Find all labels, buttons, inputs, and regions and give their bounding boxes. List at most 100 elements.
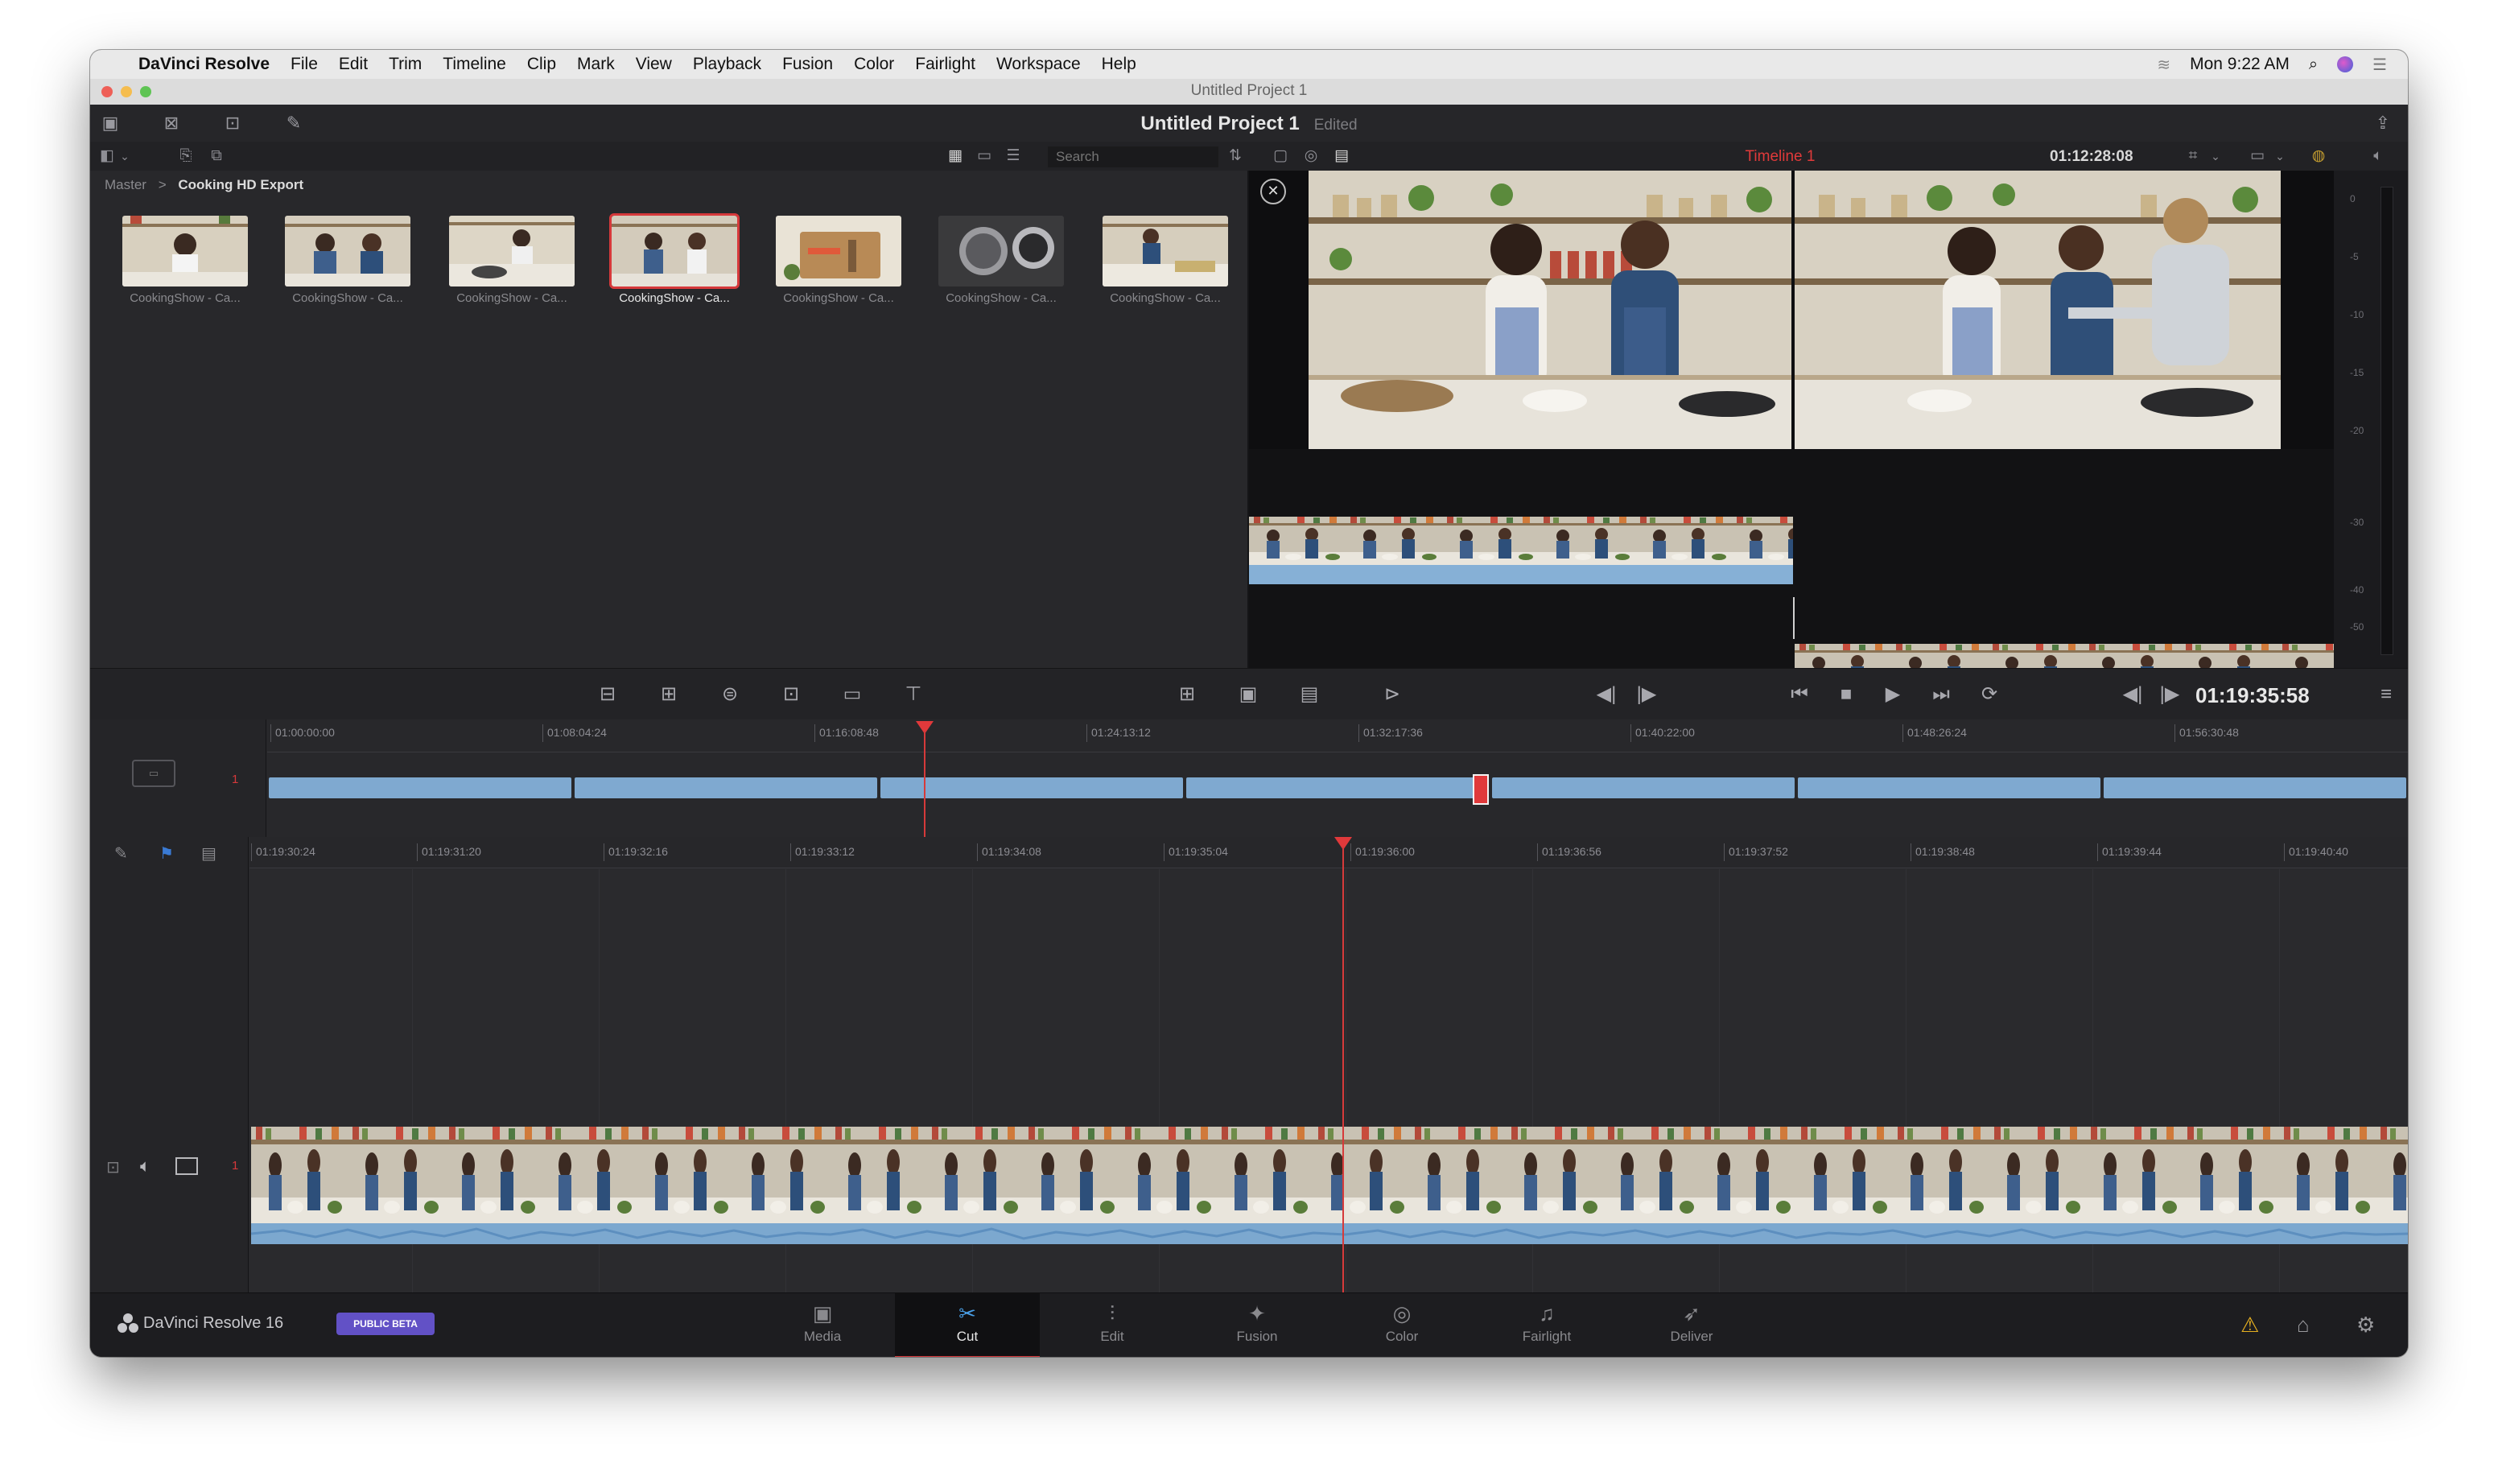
video-track-icon[interactable]: ▭ (132, 760, 175, 787)
razor-icon[interactable]: ✎ (114, 843, 128, 864)
home-icon[interactable]: ⌂ (2297, 1313, 2310, 1338)
menu-timeline[interactable]: Timeline (443, 55, 506, 74)
lower-playhead[interactable] (1342, 847, 1344, 1292)
breadcrumb-current[interactable]: Cooking HD Export (178, 177, 303, 192)
ripple-overwrite-icon[interactable]: ⊜ (718, 683, 742, 706)
jog-forward-icon[interactable]: |▶ (2155, 683, 2184, 706)
chevron-down-icon[interactable]: ⌄ (2269, 148, 2290, 164)
chevron-down-icon[interactable]: ⌄ (114, 148, 135, 164)
menu-clip[interactable]: Clip (527, 55, 556, 74)
timeline-clip[interactable] (880, 777, 1183, 798)
clip-thumbnail[interactable]: CookingShow - Ca... (776, 216, 901, 305)
source-tape-mode-icon[interactable]: ⊳ (1378, 683, 1407, 706)
viewer-frame-right[interactable] (1795, 171, 2281, 449)
timeline-timecode[interactable]: 01:12:28:08 (2050, 148, 2133, 166)
timeline-view-icon[interactable]: ▤ (1331, 148, 1352, 164)
source-clip-icon[interactable]: ▢ (1270, 148, 1291, 164)
search-input[interactable] (1048, 146, 1218, 167)
thumbnail-view-icon[interactable]: ▦ (945, 148, 966, 164)
upper-playhead[interactable] (924, 731, 925, 837)
breadcrumb-root[interactable]: Master (105, 177, 146, 192)
timeline-name[interactable]: Timeline 1 (1700, 148, 1861, 166)
menu-fusion[interactable]: Fusion (782, 55, 833, 74)
timeline-clip[interactable] (1492, 777, 1795, 798)
clip-thumbnail[interactable]: CookingShow - Ca... (938, 216, 1064, 305)
append-icon[interactable]: ⊞ (657, 683, 681, 706)
smart-insert-icon[interactable]: ⊟ (596, 683, 620, 706)
source-clip-strip-left[interactable] (1249, 517, 1793, 584)
go-to-end-icon[interactable]: ⏭︎ (1925, 683, 1957, 706)
close-icon[interactable]: ✕ (1260, 179, 1286, 204)
page-tab-fairlight[interactable]: ♫ Fairlight (1474, 1293, 1619, 1356)
filmstrip-view-icon[interactable]: ▭ (974, 148, 995, 164)
source-overwrite-icon[interactable]: ⊤ (901, 683, 925, 706)
page-tab-deliver[interactable]: ➶ Deliver (1619, 1293, 1764, 1356)
menu-edit[interactable]: Edit (339, 55, 368, 74)
source-clip-strip-right[interactable] (1795, 644, 2334, 668)
menu-trim[interactable]: Trim (389, 55, 422, 74)
menu-mark[interactable]: Mark (577, 55, 615, 74)
clip-thumbnail[interactable]: CookingShow - Ca... (449, 216, 575, 305)
page-tab-color[interactable]: ◎ Color (1329, 1293, 1474, 1356)
spotlight-icon[interactable]: ⌕ (2309, 56, 2318, 74)
page-tab-fusion[interactable]: ✦ Fusion (1185, 1293, 1329, 1356)
lower-timeline[interactable]: ✎ ⚑ ▤ ⊡ 🔈︎ 1 01:19:30:24 01:19:31:20 01:… (90, 837, 2408, 1292)
play-icon[interactable]: ▶ (1878, 683, 1907, 706)
previous-edit-icon[interactable]: ◀| (1592, 683, 1621, 706)
timeline-clip[interactable] (575, 777, 877, 798)
source-tape-icon[interactable]: ◎ (1301, 148, 1321, 164)
menu-app-name[interactable]: DaVinci Resolve (138, 55, 270, 74)
timeline-clip[interactable] (2104, 777, 2406, 798)
next-edit-icon[interactable]: |▶ (1632, 683, 1661, 706)
wifi-icon[interactable]: ≋ (2157, 55, 2170, 75)
chevron-down-icon[interactable]: ⌄ (2205, 148, 2226, 164)
menu-workspace[interactable]: Workspace (996, 55, 1081, 74)
upper-timeline[interactable]: ▭ 1 01:00:00:00 01:08:04:24 01:16:08:48 … (90, 719, 2408, 839)
sort-icon[interactable]: ⇅ (1225, 148, 1246, 164)
timeline-clip[interactable] (269, 777, 571, 798)
quick-export-icon[interactable]: ⇪ (2371, 113, 2395, 134)
timeline-clip[interactable] (1798, 777, 2100, 798)
speaker-icon[interactable]: 🔈︎ (2368, 148, 2389, 164)
zoom-window-marker[interactable] (1473, 774, 1489, 805)
viewer-mode-icon[interactable]: ▭ (2247, 148, 2268, 164)
timeline-options-icon[interactable]: ▤ (201, 843, 216, 864)
menu-clock[interactable]: Mon 9:22 AM (2190, 55, 2290, 74)
menu-file[interactable]: File (291, 55, 318, 74)
close-up-icon[interactable]: ⊡ (779, 683, 803, 706)
gear-icon[interactable]: ⚙ (2356, 1313, 2375, 1338)
clip-thumbnail[interactable]: CookingShow - Ca... (1103, 216, 1228, 305)
menu-fairlight[interactable]: Fairlight (915, 55, 975, 74)
lock-icon[interactable]: ⊡ (106, 1157, 120, 1177)
color-wheel-icon[interactable]: ◍ (2308, 148, 2329, 164)
options-menu-icon[interactable]: ≡ (2374, 683, 2398, 706)
menu-view[interactable]: View (636, 55, 672, 74)
notification-center-icon[interactable]: ☰ (2372, 55, 2387, 75)
warning-icon[interactable]: ⚠ (2240, 1313, 2259, 1338)
menu-color[interactable]: Color (854, 55, 894, 74)
page-tab-media[interactable]: ▣ Media (750, 1293, 895, 1356)
timeline-clip[interactable] (1186, 777, 1489, 798)
page-tab-edit[interactable]: ⫶ Edit (1040, 1293, 1185, 1356)
clip-thumbnail-selected[interactable]: CookingShow - Ca... (609, 213, 740, 305)
playhead-timecode[interactable]: 01:19:35:58 (2195, 683, 2310, 708)
fit-to-fill-icon[interactable]: ▣ (1236, 683, 1260, 706)
import-media-icon[interactable]: ⎘ (175, 148, 196, 164)
audio-sync-icon[interactable]: ▤ (1297, 683, 1321, 706)
video-audio-clip[interactable] (251, 1127, 2408, 1244)
clip-thumbnail[interactable]: CookingShow - Ca... (122, 216, 248, 305)
page-tab-cut[interactable]: ✂ Cut (895, 1293, 1040, 1357)
loop-icon[interactable]: ⟳ (1975, 683, 2004, 706)
menu-playback[interactable]: Playback (693, 55, 761, 74)
siri-icon[interactable] (2337, 56, 2354, 72)
place-on-top-icon[interactable]: ▭ (840, 683, 864, 706)
go-to-start-icon[interactable]: ⏮︎ (1783, 683, 1816, 706)
stop-icon[interactable]: ■ (1832, 683, 1861, 706)
clip-thumbnail[interactable]: CookingShow - Ca... (285, 216, 410, 305)
monitor-icon[interactable] (175, 1157, 198, 1175)
list-view-icon[interactable]: ☰ (1003, 148, 1024, 164)
jog-back-icon[interactable]: ◀| (2118, 683, 2147, 706)
transform-icon[interactable]: ⌗ (2183, 148, 2203, 164)
split-clip-icon[interactable]: ⊞ (1175, 683, 1199, 706)
speaker-icon[interactable]: 🔈︎ (140, 1156, 150, 1177)
